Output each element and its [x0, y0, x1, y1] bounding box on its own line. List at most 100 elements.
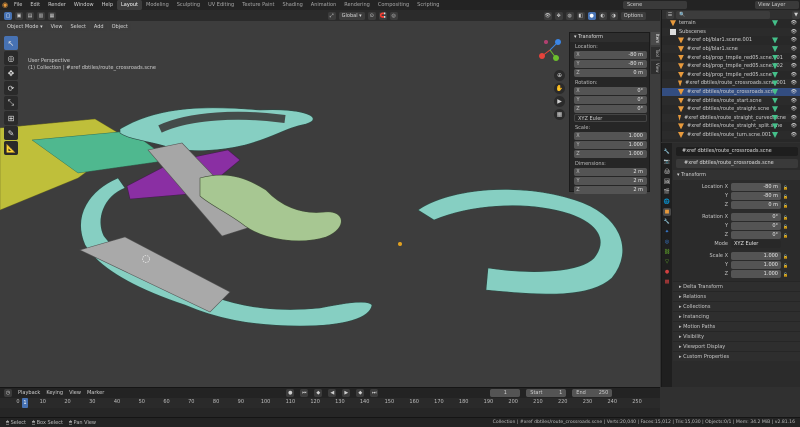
- prop-rotation-z[interactable]: Z 0° 🔓: [673, 231, 800, 239]
- end-frame-field[interactable]: End 250: [572, 389, 613, 397]
- particles-properties-icon[interactable]: ✦: [663, 228, 671, 236]
- measure-tool-icon[interactable]: 📐: [4, 141, 18, 155]
- dimensions-x-field[interactable]: X2 m: [574, 168, 647, 176]
- rotation-mode-dropdown[interactable]: XYZ Euler: [574, 114, 647, 122]
- dimensions-y-field[interactable]: Y2 m: [574, 177, 647, 185]
- timeline-menu-marker[interactable]: Marker: [87, 390, 104, 396]
- outliner-row[interactable]: terrain 👁: [662, 19, 800, 28]
- overlays-icon[interactable]: ◍: [565, 11, 574, 20]
- select-box-icon[interactable]: ▢: [4, 11, 12, 20]
- outliner-row[interactable]: Subscenes 👁: [662, 27, 800, 37]
- visibility-eye-icon[interactable]: 👁: [791, 46, 797, 52]
- view-layer-properties-icon[interactable]: 🖼: [663, 178, 671, 186]
- select-extend-icon[interactable]: ▣: [15, 11, 23, 20]
- scene-properties-icon[interactable]: 🎬: [663, 188, 671, 196]
- lock-icon[interactable]: 🔓: [783, 203, 791, 208]
- lock-icon[interactable]: 🔓: [783, 233, 791, 238]
- timeline-menu-view[interactable]: View: [69, 390, 81, 396]
- menu-file[interactable]: File: [10, 0, 26, 10]
- outliner-row[interactable]: #xref dbtiles/route_straight_split.scne 👁: [662, 122, 800, 131]
- shading-solid-icon[interactable]: ●: [587, 11, 596, 20]
- prop-rotation-y[interactable]: Y 0° 🔓: [673, 222, 800, 230]
- workspace-tab-shading[interactable]: Shading: [278, 0, 306, 10]
- scale-tool-icon[interactable]: ⤡: [4, 96, 18, 110]
- visibility-eye-icon[interactable]: 👁: [791, 63, 797, 69]
- prop-location-y[interactable]: Y -80 m 🔓: [673, 192, 800, 200]
- object-properties-icon[interactable]: ■: [663, 208, 671, 216]
- record-icon[interactable]: ●: [286, 389, 295, 397]
- transform-tool-icon[interactable]: ⊞: [4, 111, 18, 125]
- scene-selector[interactable]: Scene: [623, 1, 687, 9]
- prop-rotation-mode[interactable]: Mode XYZ Euler: [673, 240, 800, 248]
- section-visibility[interactable]: ▸ Visibility: [673, 331, 800, 341]
- transform-panel-title[interactable]: ▾ Transform: [570, 33, 649, 42]
- timeline-menu-keying[interactable]: Keying: [46, 390, 63, 396]
- outliner-display-mode-icon[interactable]: ☰: [666, 10, 674, 19]
- section-relations[interactable]: ▸ Relations: [673, 291, 800, 301]
- visibility-eye-icon[interactable]: 👁: [791, 80, 797, 86]
- section-viewport-display[interactable]: ▸ Viewport Display: [673, 341, 800, 351]
- rotation-z-field[interactable]: Z 0°: [574, 105, 647, 113]
- mesh-data-icon[interactable]: [772, 46, 778, 53]
- prop-location-x[interactable]: Location X -80 m 🔓: [673, 183, 800, 191]
- world-properties-icon[interactable]: 🌐: [663, 198, 671, 206]
- texture-properties-icon[interactable]: ▩: [663, 278, 671, 286]
- mesh-data-icon[interactable]: [772, 37, 778, 44]
- prop-scale-y[interactable]: Y 1.000 🔓: [673, 261, 800, 269]
- select-tool-icon[interactable]: ↖: [4, 36, 18, 50]
- data-properties-icon[interactable]: ▽: [663, 258, 671, 266]
- material-properties-icon[interactable]: ●: [663, 268, 671, 276]
- visibility-eye-icon[interactable]: 👁: [791, 29, 797, 35]
- viewport-menu-select[interactable]: Select: [67, 22, 89, 31]
- visibility-eye-icon[interactable]: 👁: [791, 98, 797, 104]
- workspace-tab-layout[interactable]: Layout: [117, 0, 142, 10]
- transform-section-header[interactable]: ▾ Transform: [673, 170, 800, 180]
- visibility-eye-icon[interactable]: 👁: [791, 106, 797, 112]
- current-frame-field[interactable]: 1: [490, 389, 521, 397]
- constraints-properties-icon[interactable]: ⛓: [663, 248, 671, 256]
- shading-rendered-icon[interactable]: ◑: [609, 11, 618, 20]
- mesh-data-icon[interactable]: [772, 20, 778, 27]
- visibility-eye-icon[interactable]: 👁: [791, 115, 797, 121]
- blender-logo-icon[interactable]: ◉: [0, 0, 10, 10]
- menu-render[interactable]: Render: [44, 0, 70, 10]
- workspace-tab-texture-paint[interactable]: Texture Paint: [238, 0, 278, 10]
- location-x-field[interactable]: X -80 m: [574, 51, 647, 59]
- scale-z-field[interactable]: Z 1.000: [574, 150, 647, 158]
- workspace-tab-rendering[interactable]: Rendering: [340, 0, 374, 10]
- workspace-tab-uv-editing[interactable]: UV Editing: [204, 0, 238, 10]
- perspective-toggle-icon[interactable]: ▦: [554, 109, 565, 120]
- cursor-tool-icon[interactable]: ◎: [4, 51, 18, 65]
- outliner-row[interactable]: #xref dbtiles/route_straight.scne 👁: [662, 105, 800, 114]
- play-reverse-icon[interactable]: ◀: [328, 389, 337, 397]
- mesh-data-icon[interactable]: [772, 106, 778, 113]
- rotate-tool-icon[interactable]: ⟳: [4, 81, 18, 95]
- start-frame-field[interactable]: Start 1: [526, 389, 567, 397]
- lock-icon[interactable]: 🔓: [783, 215, 791, 220]
- xray-icon[interactable]: ◧: [576, 11, 585, 20]
- outliner-row[interactable]: #xref dbtiles/route_start.scne 👁: [662, 96, 800, 105]
- outliner-row[interactable]: #xref dbtiles/route_crossroads.scne 👁: [662, 87, 800, 97]
- location-z-field[interactable]: Z0 m: [574, 69, 647, 77]
- visibility-icon[interactable]: 👁: [543, 11, 552, 20]
- tool-properties-icon[interactable]: 🔧: [663, 148, 671, 156]
- next-keyframe-icon[interactable]: ◆: [356, 389, 365, 397]
- gizmo-icon[interactable]: ✥: [554, 11, 563, 20]
- tab-tool[interactable]: Tool: [651, 47, 660, 59]
- mesh-data-icon[interactable]: [772, 71, 778, 78]
- workspace-tab-sculpting[interactable]: Sculpting: [173, 0, 204, 10]
- visibility-eye-icon[interactable]: 👁: [791, 37, 797, 43]
- proportional-edit-icon[interactable]: ◎: [389, 11, 398, 20]
- gizmo-z-axis-icon[interactable]: [555, 39, 561, 45]
- filter-icon[interactable]: ▼: [792, 10, 800, 19]
- output-properties-icon[interactable]: 🖨: [663, 168, 671, 176]
- orientation-dropdown[interactable]: Global ▾: [338, 11, 365, 20]
- menu-window[interactable]: Window: [70, 0, 98, 10]
- outliner-row[interactable]: #xref dbtiles/route_straight_curved.scne…: [662, 113, 800, 123]
- lock-icon[interactable]: 🔓: [783, 254, 791, 259]
- section-custom-properties[interactable]: ▸ Custom Properties: [673, 351, 800, 361]
- outliner-row[interactable]: #xref obj/prop_tmpile_red05.scne.001 👁: [662, 53, 800, 62]
- visibility-eye-icon[interactable]: 👁: [791, 55, 797, 61]
- visibility-eye-icon[interactable]: 👁: [791, 20, 797, 26]
- viewport-menu-object[interactable]: Object: [108, 22, 131, 31]
